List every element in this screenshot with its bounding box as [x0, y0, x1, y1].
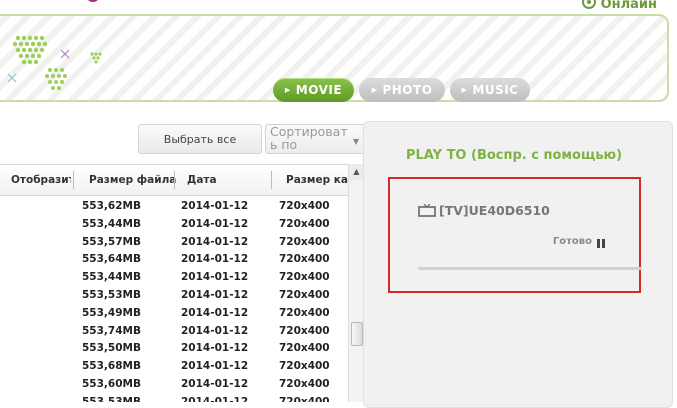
cell-file-size: 553,50MB [82, 342, 141, 355]
cell-date: 2014-01-12 [181, 271, 249, 284]
cell-date: 2014-01-12 [181, 235, 249, 248]
tab-arrow-icon: ▶ [371, 86, 378, 94]
cell-frame-size: 720x400 [279, 306, 330, 319]
tab-music[interactable]: ▶ MUSIC [450, 78, 530, 102]
cell-file-size: 553,74MB [82, 324, 141, 337]
scrollbar-thumb[interactable] [351, 322, 363, 346]
cell-frame-size: 720x400 [279, 217, 330, 230]
table-row[interactable]: 553,49MB 2014-01-12 720x400 [0, 305, 348, 323]
cell-date: 2014-01-12 [181, 200, 249, 212]
cell-date: 2014-01-12 [181, 377, 249, 390]
table-header: Отобразить Размер файла Дата Размер кадр… [0, 164, 348, 196]
playback-progress-bar [418, 267, 642, 270]
cell-date: 2014-01-12 [181, 288, 249, 301]
column-header-file-size[interactable]: Размер файла [89, 174, 176, 186]
cell-frame-size: 720x400 [279, 395, 330, 402]
cell-file-size: 553,44MB [82, 217, 141, 230]
pause-icon[interactable] [597, 239, 605, 249]
header-banner: ▶ MOVIE ▶ PHOTO ▶ MUSIC [0, 14, 669, 102]
scroll-up-icon[interactable]: ▲ [349, 164, 363, 180]
tab-arrow-icon: ▶ [461, 86, 468, 94]
cell-frame-size: 720x400 [279, 342, 330, 355]
tv-icon [418, 204, 436, 217]
table-body: 553,62MB 2014-01-12 720x400 553,44MB 2014-01… [0, 198, 348, 402]
cell-frame-size: 720x400 [279, 235, 330, 248]
cell-frame-size: 720x400 [279, 200, 330, 212]
table-row[interactable]: 553,62MB 2014-01-12 720x400 [0, 198, 348, 216]
online-status-icon [581, 0, 596, 9]
table-row[interactable]: 553,60MB 2014-01-12 720x400 [0, 376, 348, 394]
tab-movie[interactable]: ▶ MOVIE [273, 78, 354, 102]
cell-date: 2014-01-12 [181, 253, 249, 266]
cell-frame-size: 720x400 [279, 288, 330, 301]
column-header-display[interactable]: Отобразить [11, 174, 71, 186]
cell-date: 2014-01-12 [181, 306, 249, 319]
cell-file-size: 553,49MB [82, 306, 141, 319]
cell-date: 2014-01-12 [181, 395, 249, 402]
table-row[interactable]: 553,53MB 2014-01-12 720x400 [0, 394, 348, 402]
cell-file-size: 553,62MB [82, 200, 141, 212]
cell-file-size: 553,44MB [82, 271, 141, 284]
table-row[interactable]: 553,64MB 2014-01-12 720x400 [0, 251, 348, 269]
column-divider[interactable] [73, 171, 74, 189]
chevron-down-icon: ▼ [352, 137, 359, 146]
cell-file-size: 553,64MB [82, 253, 141, 266]
device-name: [TV]UE40D6510 [439, 203, 550, 218]
tab-arrow-icon: ▶ [284, 86, 291, 94]
cell-date: 2014-01-12 [181, 342, 249, 355]
brand-logo-fragment [86, 0, 100, 2]
cell-frame-size: 720x400 [279, 377, 330, 390]
decorative-dots-icon [7, 35, 102, 90]
sort-by-label: Сортировать по [270, 124, 348, 152]
cell-frame-size: 720x400 [279, 253, 330, 266]
cell-frame-size: 720x400 [279, 360, 330, 373]
table-row[interactable]: 553,68MB 2014-01-12 720x400 [0, 358, 348, 376]
cell-date: 2014-01-12 [181, 360, 249, 373]
cell-file-size: 553,53MB [82, 395, 141, 402]
online-status-label: Онлайн [600, 0, 657, 12]
cell-file-size: 553,68MB [82, 360, 141, 373]
select-all-button[interactable]: Выбрать все [138, 124, 262, 154]
table-row[interactable]: 553,44MB 2014-01-12 720x400 [0, 269, 348, 287]
online-status: Онлайн [581, 0, 657, 12]
cell-file-size: 553,57MB [82, 235, 141, 248]
table-row[interactable]: 553,74MB 2014-01-12 720x400 [0, 323, 348, 341]
device-card[interactable]: [TV]UE40D6510 Готово [388, 177, 642, 293]
device-status-label: Готово [552, 236, 592, 247]
column-divider[interactable] [174, 171, 175, 189]
table-row[interactable]: 553,50MB 2014-01-12 720x400 [0, 340, 348, 358]
play-to-title: PLAY TO (Воспр. с помощью) [406, 148, 623, 163]
file-table: Отобразить Размер файла Дата Размер кадр… [0, 164, 363, 402]
cell-date: 2014-01-12 [181, 217, 249, 230]
table-row[interactable]: 553,53MB 2014-01-12 720x400 [0, 287, 348, 305]
cell-date: 2014-01-12 [181, 324, 249, 337]
play-to-panel: PLAY TO (Воспр. с помощью) [TV]UE40D6510… [363, 121, 673, 408]
table-row[interactable]: 553,44MB 2014-01-12 720x400 [0, 216, 348, 234]
column-header-date[interactable]: Дата [187, 174, 217, 186]
vertical-scrollbar[interactable]: ▲ [348, 164, 363, 402]
cell-file-size: 553,60MB [82, 377, 141, 390]
column-header-frame-size[interactable]: Размер кадра [286, 174, 348, 186]
sort-by-dropdown[interactable]: Сортировать по ▼ [265, 124, 365, 154]
tab-photo[interactable]: ▶ PHOTO [359, 78, 445, 102]
cell-file-size: 553,53MB [82, 288, 141, 301]
table-row[interactable]: 553,57MB 2014-01-12 720x400 [0, 234, 348, 252]
column-divider[interactable] [271, 171, 272, 189]
cell-frame-size: 720x400 [279, 324, 330, 337]
cell-frame-size: 720x400 [279, 271, 330, 284]
